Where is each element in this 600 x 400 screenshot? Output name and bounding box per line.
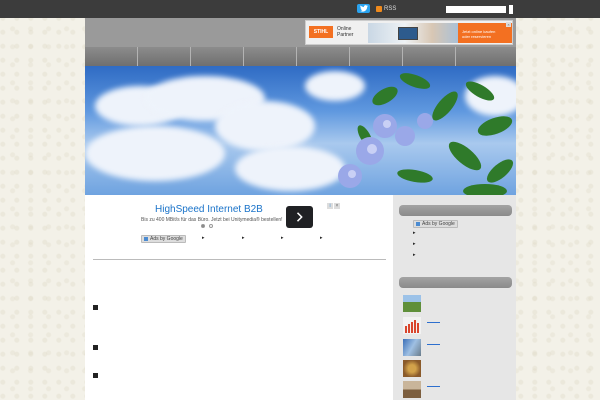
info-icon (144, 237, 148, 241)
sidebar-widget-header (399, 205, 512, 216)
close-icon[interactable]: × (334, 203, 340, 209)
list-bullet (93, 305, 98, 310)
list-bullet (93, 373, 98, 378)
ad-title[interactable]: HighSpeed Internet B2B (155, 204, 263, 215)
nav-item[interactable] (138, 47, 191, 66)
ad-link-arrow[interactable]: ▸ (320, 235, 323, 241)
plant-illustration (338, 73, 514, 195)
house-thumb[interactable] (403, 381, 421, 398)
sidebar-post-link[interactable] (427, 386, 440, 387)
nav-item[interactable] (456, 47, 509, 66)
ads-by-google-badge[interactable]: Ads by Google (141, 235, 186, 243)
main-nav (85, 47, 516, 66)
ad-cta-panel[interactable]: Jetzt online kaufen oder reservieren (458, 23, 512, 43)
building-thumb[interactable] (403, 339, 421, 356)
ad-link-arrow[interactable]: ▸ (242, 235, 245, 241)
content-ad[interactable]: HighSpeed Internet B2B Bis zu 400 MBit/s… (136, 202, 342, 233)
search-button[interactable] (509, 5, 513, 14)
content-divider (93, 259, 386, 260)
sidebar-post-link[interactable] (427, 344, 440, 345)
rss-icon (376, 6, 382, 12)
sidebar-ads-by-google[interactable]: Ads by Google (413, 220, 458, 228)
nav-item[interactable] (85, 47, 138, 66)
hero-image (85, 66, 516, 195)
list-bullet (93, 345, 98, 350)
pagination-dot[interactable] (201, 224, 205, 228)
stihl-logo: STIHL (309, 26, 333, 38)
twitter-button[interactable] (357, 4, 370, 13)
nav-item[interactable] (191, 47, 244, 66)
ad-pagination (201, 224, 213, 228)
rss-link[interactable]: RSS (376, 6, 396, 12)
ad-partner-text: Online Partner (337, 26, 354, 38)
info-icon (416, 222, 420, 226)
sidebar-link-arrow[interactable]: ▸ (413, 230, 416, 236)
nav-item[interactable] (297, 47, 350, 66)
ad-cta-text: Jetzt online kaufen oder reservieren (462, 29, 496, 39)
sidebar-widget-header (399, 277, 512, 288)
twitter-bird-icon (359, 5, 368, 12)
nav-item[interactable] (244, 47, 297, 66)
pagination-dot[interactable] (209, 224, 213, 228)
sidebar-post-link[interactable] (427, 322, 440, 323)
food-thumb[interactable] (403, 360, 421, 377)
nav-item[interactable] (350, 47, 403, 66)
landscape-thumb[interactable] (403, 295, 421, 312)
sidebar-link-arrow[interactable]: ▸ (413, 252, 416, 258)
bar-chart-icon (405, 320, 419, 333)
header-banner-ad[interactable]: STIHL Online Partner Jetzt online kaufen… (305, 20, 513, 45)
ad-photo (368, 23, 460, 43)
ad-description: Bis zu 400 MBit/s für das Büro. Jetzt be… (141, 217, 283, 223)
adchoices-icon[interactable]: i (327, 203, 333, 209)
ad-open-button[interactable] (286, 206, 313, 228)
ad-link-arrow[interactable]: ▸ (281, 235, 284, 241)
chart-thumb[interactable] (403, 317, 421, 334)
nav-item[interactable] (403, 47, 456, 66)
sidebar-link-arrow[interactable]: ▸ (413, 241, 416, 247)
ad-link-arrow[interactable]: ▸ (202, 235, 205, 241)
rss-label: RSS (384, 6, 397, 12)
ad-close-icon[interactable]: × (506, 22, 511, 27)
search-input[interactable] (446, 6, 506, 13)
chevron-right-icon (296, 212, 303, 222)
